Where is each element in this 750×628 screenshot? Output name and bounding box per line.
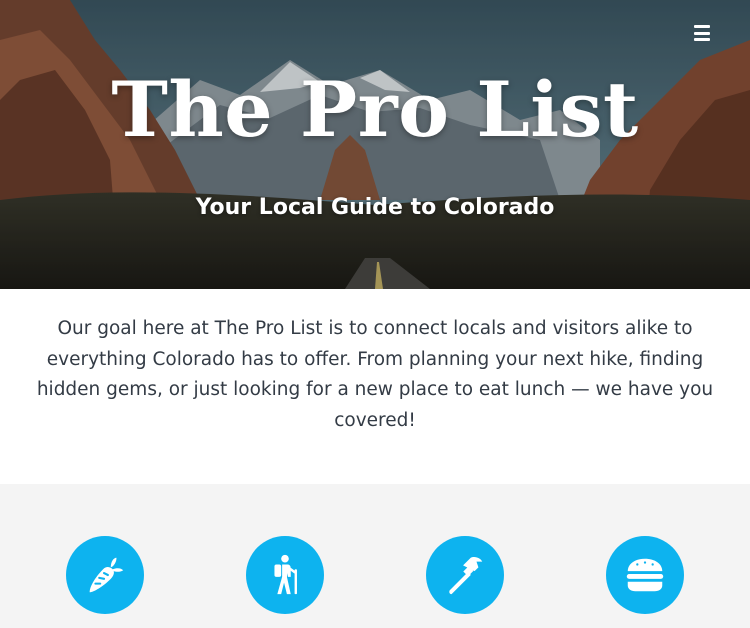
hamburger-icon [626, 558, 664, 592]
hammer-icon [449, 556, 483, 595]
hamburger-menu-icon[interactable] [694, 24, 710, 42]
hamburger-icon-button[interactable] [606, 536, 684, 614]
hiking-icon-button[interactable] [246, 536, 324, 614]
features-section [0, 484, 750, 628]
intro-section: Our goal here at The Pro List is to conn… [0, 289, 750, 484]
intro-text: Our goal here at The Pro List is to conn… [36, 318, 714, 431]
hiking-icon [274, 554, 297, 595]
carrot-icon [89, 557, 124, 593]
hero-banner: The Pro List Your Local Guide to Colorad… [0, 0, 750, 289]
hammer-icon-button[interactable] [426, 536, 504, 614]
site-title: The Pro List [111, 65, 639, 154]
site-subtitle: Your Local Guide to Colorado [195, 195, 555, 220]
carrot-icon-button[interactable] [66, 536, 144, 614]
